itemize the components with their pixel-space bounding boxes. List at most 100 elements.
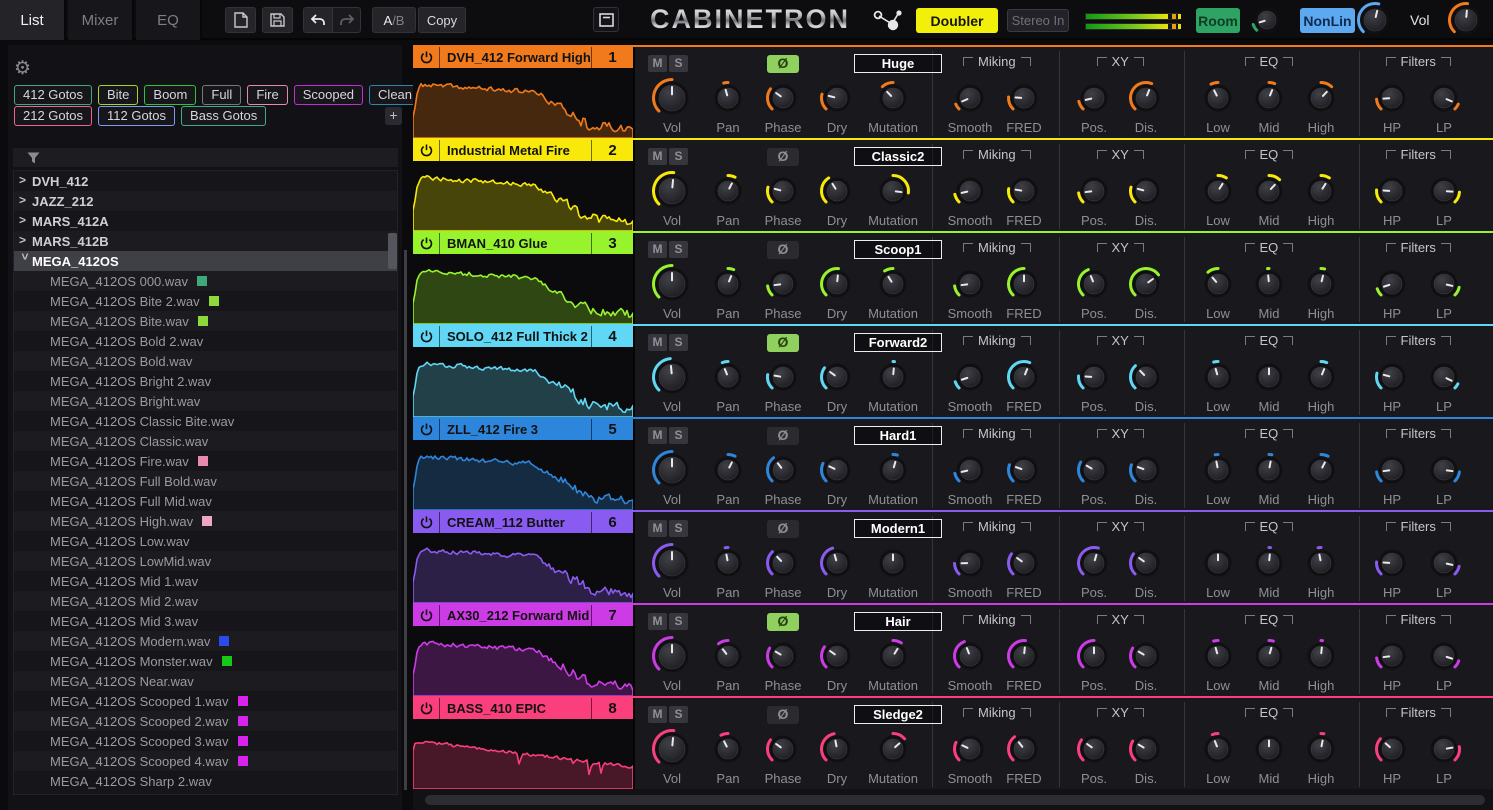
tab-list[interactable]: List [0, 0, 66, 40]
tree-folder-row[interactable]: >MARS_412A [14, 211, 397, 231]
knob-lp[interactable] [1426, 452, 1462, 493]
tree-file-row[interactable]: MEGA_412OS Sharp 2.wav [14, 771, 397, 791]
knob-phase[interactable] [765, 731, 801, 772]
mute-button[interactable]: M [648, 427, 667, 444]
knob-vol[interactable] [651, 356, 693, 403]
knob-smooth[interactable] [952, 545, 988, 586]
knob-smooth[interactable] [952, 173, 988, 214]
solo-button[interactable]: S [669, 55, 688, 72]
tag-full[interactable]: Full [202, 85, 241, 105]
knob-hp[interactable] [1374, 80, 1410, 121]
nonlin-knob[interactable] [1356, 1, 1394, 44]
knob-fred[interactable] [1006, 266, 1042, 307]
channel-power-button[interactable] [413, 512, 440, 533]
knob-fred[interactable] [1006, 545, 1042, 586]
tab-eq[interactable]: EQ [136, 0, 202, 40]
knob-dry[interactable] [819, 545, 855, 586]
tag-112-gotos[interactable]: 112 Gotos [98, 106, 175, 126]
knob-mid[interactable] [1251, 731, 1287, 772]
mute-button[interactable]: M [648, 241, 667, 258]
tree-file-row[interactable]: MEGA_412OS Scooped 2.wav [14, 711, 397, 731]
knob-lp[interactable] [1426, 638, 1462, 679]
phase-invert-button[interactable]: Ø [767, 148, 799, 166]
knob-low[interactable] [1200, 545, 1236, 586]
knob-mutation[interactable] [875, 266, 911, 307]
knob-dry[interactable] [819, 266, 855, 307]
tree-file-row[interactable]: MEGA_412OS Mid 3.wav [14, 611, 397, 631]
knob-high[interactable] [1303, 452, 1339, 493]
tree-file-row[interactable]: MEGA_412OS Mid 1.wav [14, 571, 397, 591]
knob-phase[interactable] [765, 359, 801, 400]
knob-fred[interactable] [1006, 638, 1042, 679]
mute-button[interactable]: M [648, 55, 667, 72]
phase-invert-button[interactable]: Ø [767, 520, 799, 538]
knob-dry[interactable] [819, 452, 855, 493]
nonlin-toggle[interactable]: NonLin [1300, 8, 1355, 33]
tag-412-gotos[interactable]: 412 Gotos [14, 85, 92, 105]
panel-collapse-button[interactable] [593, 7, 619, 32]
knob-pos[interactable] [1076, 80, 1112, 121]
knob-fred[interactable] [1006, 452, 1042, 493]
knob-dis[interactable] [1128, 731, 1164, 772]
tree-file-row[interactable]: MEGA_412OS Monster.wav [14, 651, 397, 671]
stereo-in-toggle[interactable]: Stereo In [1007, 9, 1069, 32]
knob-low[interactable] [1200, 731, 1236, 772]
knob-phase[interactable] [765, 173, 801, 214]
tree-file-row[interactable]: MEGA_412OS LowMid.wav [14, 551, 397, 571]
knob-mutation[interactable] [875, 731, 911, 772]
tree-file-row[interactable]: MEGA_412OS Scooped 1.wav [14, 691, 397, 711]
phase-invert-button[interactable]: Ø [767, 55, 799, 73]
knob-phase[interactable] [765, 545, 801, 586]
knob-smooth[interactable] [952, 80, 988, 121]
knob-vol[interactable] [651, 728, 693, 775]
knob-high[interactable] [1303, 731, 1339, 772]
knob-dry[interactable] [819, 80, 855, 121]
knob-pos[interactable] [1076, 545, 1112, 586]
solo-button[interactable]: S [669, 613, 688, 630]
preset-name[interactable]: Forward2 [854, 333, 942, 352]
knob-high[interactable] [1303, 545, 1339, 586]
knob-phase[interactable] [765, 80, 801, 121]
channel-power-button[interactable] [413, 419, 440, 440]
tree-file-row[interactable]: MEGA_412OS Bold.wav [14, 351, 397, 371]
phase-invert-button[interactable]: Ø [767, 334, 799, 352]
knob-mid[interactable] [1251, 80, 1287, 121]
preset-name[interactable]: Modern1 [854, 519, 942, 538]
knob-dis[interactable] [1128, 452, 1164, 493]
preset-name[interactable]: Sledge2 [854, 705, 942, 724]
knob-smooth[interactable] [952, 731, 988, 772]
tree-folder-row[interactable]: >MEGA_412OS [14, 251, 397, 271]
knob-high[interactable] [1303, 173, 1339, 214]
tree-file-row[interactable]: MEGA_412OS Fire.wav [14, 451, 397, 471]
knob-hp[interactable] [1374, 359, 1410, 400]
knob-mutation[interactable] [875, 80, 911, 121]
knob-pos[interactable] [1076, 266, 1112, 307]
knob-pan[interactable] [710, 638, 746, 679]
mute-button[interactable]: M [648, 520, 667, 537]
preset-name[interactable]: Huge [854, 54, 942, 73]
solo-button[interactable]: S [669, 334, 688, 351]
knob-mid[interactable] [1251, 452, 1287, 493]
knob-dis[interactable] [1128, 266, 1164, 307]
master-vol-knob[interactable] [1447, 1, 1485, 44]
knob-dis[interactable] [1128, 359, 1164, 400]
knob-hp[interactable] [1374, 266, 1410, 307]
knob-mutation[interactable] [875, 638, 911, 679]
knob-mid[interactable] [1251, 545, 1287, 586]
knob-pan[interactable] [710, 731, 746, 772]
mute-button[interactable]: M [648, 613, 667, 630]
tree-folder-row[interactable]: >JAZZ_212 [14, 191, 397, 211]
knob-mid[interactable] [1251, 638, 1287, 679]
knob-dry[interactable] [819, 638, 855, 679]
channel-power-button[interactable] [413, 140, 440, 161]
knob-low[interactable] [1200, 638, 1236, 679]
tree-file-row[interactable]: MEGA_412OS Bold 2.wav [14, 331, 397, 351]
solo-button[interactable]: S [669, 148, 688, 165]
knob-fred[interactable] [1006, 80, 1042, 121]
doubler-toggle[interactable]: Doubler [916, 8, 998, 33]
room-knob[interactable] [1250, 3, 1284, 42]
preset-name[interactable]: Scoop1 [854, 240, 942, 259]
knob-hp[interactable] [1374, 545, 1410, 586]
knob-pos[interactable] [1076, 638, 1112, 679]
tab-mixer[interactable]: Mixer [68, 0, 134, 40]
